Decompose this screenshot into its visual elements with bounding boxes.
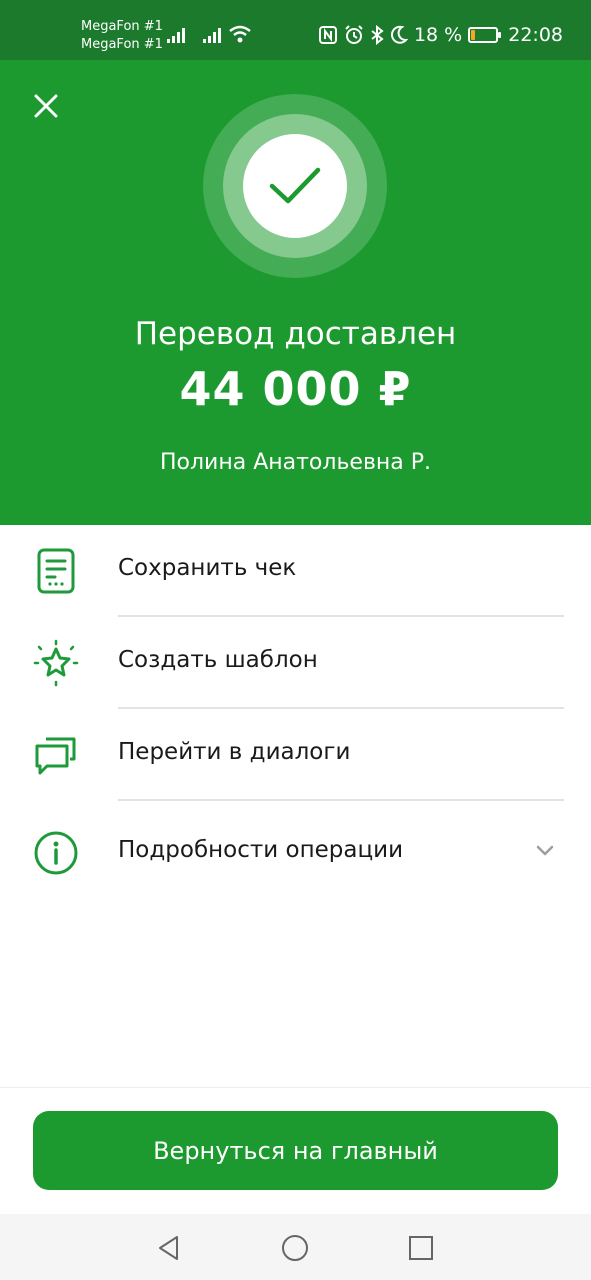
wifi-icon: [229, 25, 251, 43]
action-label: Сохранить чек: [118, 555, 297, 581]
transfer-status-title: Перевод доставлен: [134, 316, 457, 352]
go-to-dialogs-item[interactable]: Перейти в диалоги: [0, 709, 591, 801]
alarm-icon: [345, 25, 363, 44]
battery-percent: 18 %: [413, 24, 463, 46]
checkmark-icon: [269, 167, 321, 204]
carrier-2: MegaFon #1: [81, 37, 163, 52]
action-label: Перейти в диалоги: [118, 739, 351, 765]
carrier-1: MegaFon #1: [81, 19, 163, 34]
recipient-name: Полина Анатольевна Р.: [159, 450, 432, 475]
star-icon: [33, 639, 79, 687]
close-button[interactable]: [28, 88, 64, 124]
battery-level-fill: [471, 30, 476, 40]
chat-icon: [35, 737, 76, 775]
info-icon: [34, 831, 78, 875]
battery-icon: [468, 27, 502, 43]
status-bar: MegaFon #1 MegaFon #1 18 % 22:08: [0, 0, 591, 60]
close-icon: [34, 94, 58, 118]
footer-divider: [0, 1087, 591, 1088]
operation-details-item[interactable]: Подробности операции: [0, 801, 591, 901]
save-receipt-item[interactable]: Сохранить чек: [0, 525, 591, 617]
success-header: Перевод доставлен 44 000 ₽ Полина Анатол…: [0, 60, 591, 525]
signal-icon: [167, 28, 185, 43]
receipt-icon: [37, 548, 75, 594]
nfc-icon: [318, 26, 337, 44]
signal-icon: [203, 28, 221, 43]
system-navigation-bar: [0, 1214, 591, 1280]
actions-list: Сохранить чек Создать шаблон Перейти в д…: [0, 525, 591, 901]
action-label: Создать шаблон: [118, 647, 318, 673]
home-icon[interactable]: [280, 1233, 310, 1263]
create-template-item[interactable]: Создать шаблон: [0, 617, 591, 709]
status-right-group: 18 % 22:08: [318, 24, 563, 46]
success-badge: [203, 94, 387, 278]
moon-icon: [390, 25, 408, 44]
action-label: Подробности операции: [118, 837, 404, 863]
chevron-down-icon[interactable]: [535, 841, 555, 861]
bluetooth-icon: [371, 25, 384, 45]
carrier-names: MegaFon #1 MegaFon #1: [81, 18, 163, 54]
clock: 22:08: [508, 24, 563, 46]
back-icon[interactable]: [154, 1233, 184, 1263]
return-home-button[interactable]: Вернуться на главный: [33, 1111, 558, 1190]
transfer-amount: 44 000 ₽: [179, 362, 412, 416]
recents-icon[interactable]: [406, 1233, 436, 1263]
